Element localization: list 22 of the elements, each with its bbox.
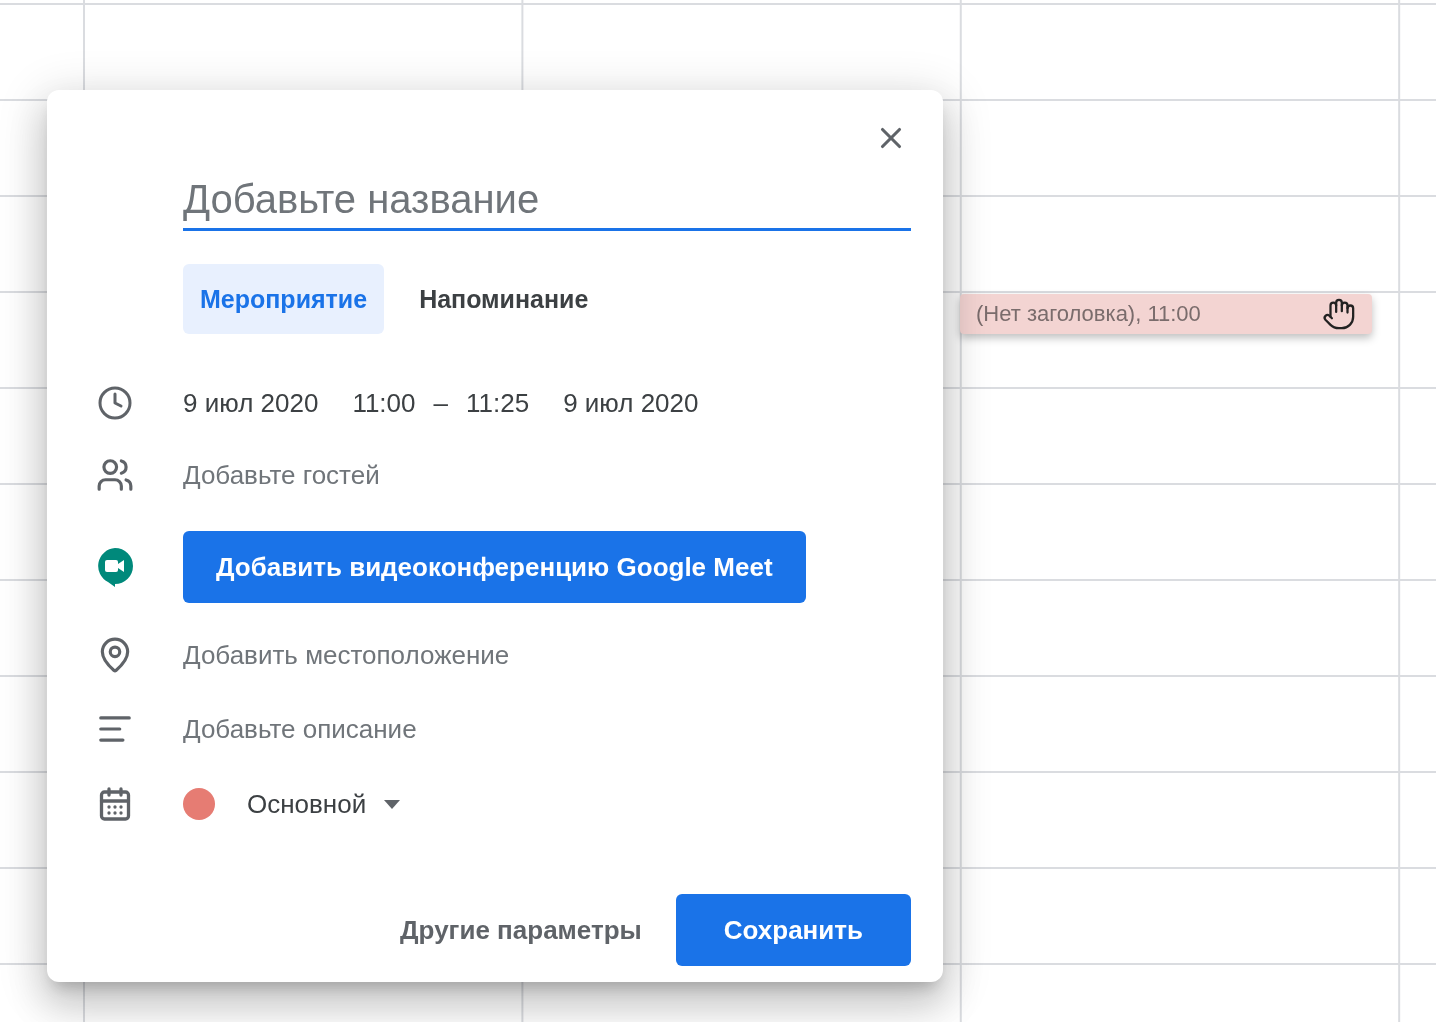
hand-cursor-icon xyxy=(1322,297,1356,331)
calendar-icon xyxy=(97,786,133,822)
end-time[interactable]: 11:25 xyxy=(466,387,530,419)
guests-field[interactable]: Добавьте гостей xyxy=(183,459,683,491)
caret-icon xyxy=(384,799,401,809)
calendar-dropdown[interactable]: Основной xyxy=(247,788,401,820)
tab[interactable]: Мероприятие xyxy=(183,264,385,334)
event-chip-label: (Нет заголовка), 11:00 xyxy=(976,301,1201,327)
event-chip[interactable]: (Нет заголовка), 11:00 xyxy=(960,294,1372,334)
tab[interactable]: Напоминание xyxy=(402,264,606,334)
save-button[interactable]: Сохранить xyxy=(675,894,911,966)
video-chat-icon xyxy=(96,547,134,587)
description-field[interactable]: Добавьте описание xyxy=(183,713,683,745)
start-date[interactable]: 9 июл 2020 xyxy=(183,387,319,419)
people-icon xyxy=(96,456,134,494)
more-options-button[interactable]: Другие параметры xyxy=(384,894,658,966)
clock-icon xyxy=(97,385,133,421)
video-conference-button[interactable]: Добавить видеоконференцию Google Meet xyxy=(183,531,806,603)
time-separator: – xyxy=(433,387,448,419)
end-date[interactable]: 9 июл 2020 xyxy=(563,387,699,419)
start-time[interactable]: 11:00 xyxy=(352,387,416,419)
location-field[interactable]: Добавить местоположение xyxy=(183,639,683,671)
